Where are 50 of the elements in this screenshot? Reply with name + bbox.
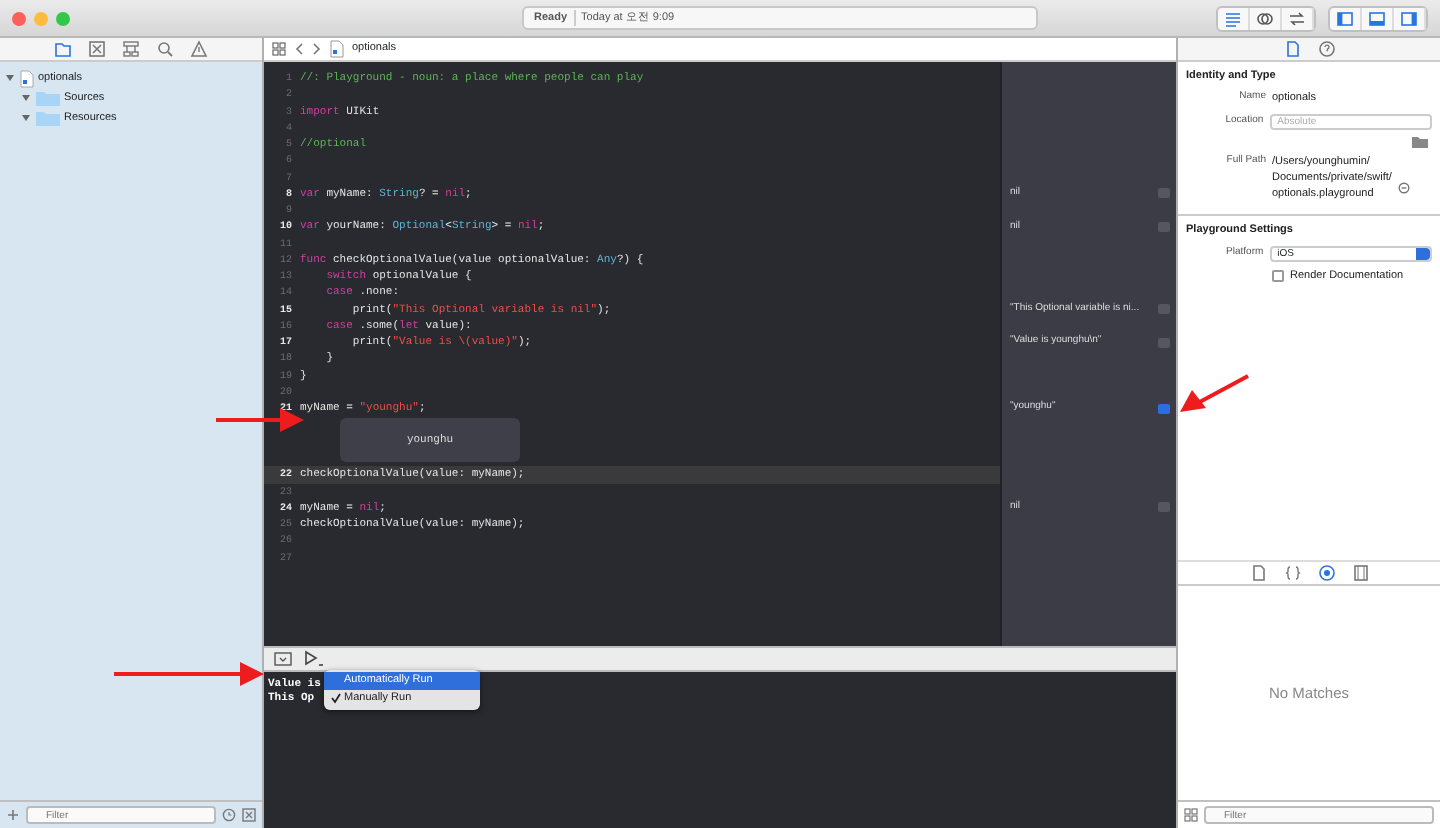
braces-icon [1283, 564, 1301, 582]
hierarchy-icon [122, 40, 140, 58]
folder-icon [36, 90, 60, 106]
film-icon [1351, 564, 1369, 582]
warning-icon [190, 40, 208, 58]
rings-icon [1256, 9, 1274, 27]
folder-icon[interactable] [1412, 135, 1428, 147]
grid-icon[interactable] [1184, 808, 1198, 822]
grid-icon[interactable] [272, 42, 286, 56]
playground-file-icon [20, 69, 34, 87]
folder-icon [36, 110, 60, 126]
tab-button[interactable] [1317, 564, 1335, 582]
right-panel-icon [1400, 9, 1418, 27]
swap-arrows-icon [1288, 9, 1306, 27]
left-panel-icon [1336, 9, 1354, 27]
back-icon[interactable] [294, 42, 304, 56]
tab-button[interactable] [1249, 564, 1267, 582]
help-icon [1317, 40, 1335, 58]
checkbox[interactable] [1272, 269, 1284, 282]
tab-button[interactable] [1283, 40, 1301, 58]
folder-icon [54, 40, 72, 58]
add-icon[interactable] [6, 808, 20, 822]
quick-look-button[interactable] [1158, 403, 1170, 413]
bottom-panel-icon [1368, 9, 1386, 27]
file-icon [1283, 40, 1301, 58]
tab-button[interactable] [190, 40, 208, 58]
disclosure-triangle-icon[interactable] [20, 112, 32, 124]
target-icon [1317, 564, 1335, 582]
disclosure-triangle-icon[interactable] [20, 92, 32, 104]
tab-button[interactable] [88, 40, 106, 58]
annotation-arrow [1180, 372, 1252, 416]
disclosure-triangle-icon[interactable] [4, 72, 16, 84]
reveal-arrow-icon[interactable] [1397, 181, 1410, 193]
lines-icon [1224, 9, 1242, 27]
checkmark-icon [330, 691, 342, 704]
tab-button[interactable] [1283, 564, 1301, 582]
x-box-icon [88, 40, 106, 58]
tab-button[interactable] [156, 40, 174, 58]
forward-icon[interactable] [312, 42, 322, 56]
tab-button[interactable] [122, 40, 140, 58]
annotation-arrow [216, 408, 304, 432]
tab-button[interactable] [1317, 40, 1335, 58]
search-icon [156, 40, 174, 58]
x-box-icon[interactable] [242, 808, 256, 822]
tab-button[interactable] [1351, 564, 1369, 582]
file-icon [1249, 564, 1267, 582]
play-icon[interactable] [304, 650, 324, 668]
console-toggle-icon[interactable] [274, 652, 292, 666]
tab-button[interactable] [54, 40, 72, 58]
clock-icon[interactable] [222, 808, 236, 822]
